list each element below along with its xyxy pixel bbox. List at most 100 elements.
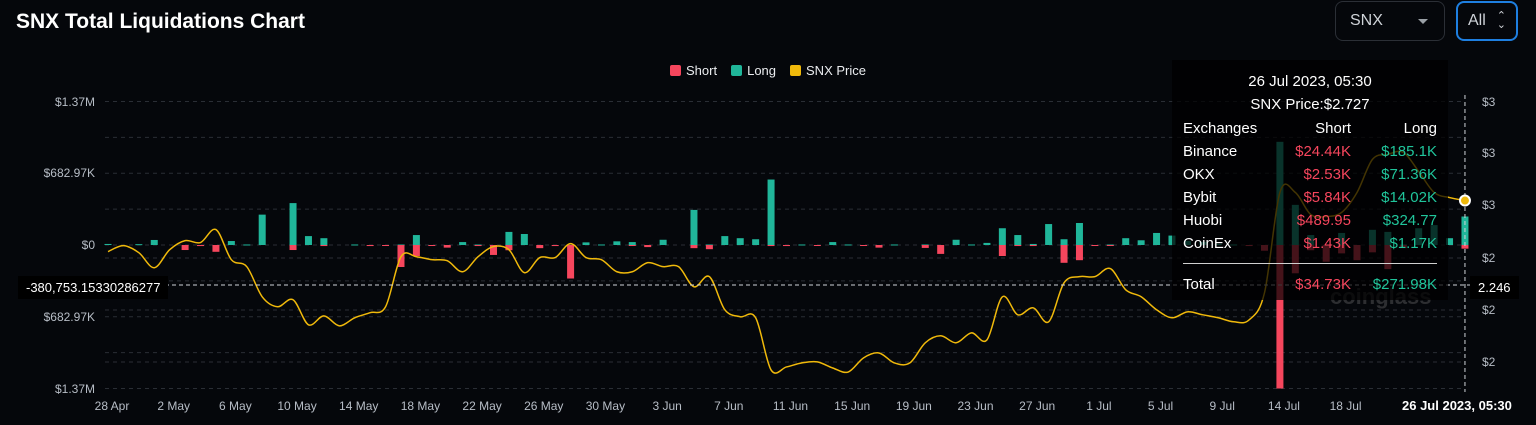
long-bar: [412, 235, 420, 245]
price-point-marker: [1458, 194, 1471, 207]
short-bar: [921, 245, 929, 248]
long-bar: [736, 238, 744, 245]
long-bar: [104, 243, 112, 245]
tooltip-short: $2.53K: [1303, 166, 1351, 183]
tooltip-long: $14.02K: [1381, 189, 1437, 206]
tooltip-total-row: Total $34.73K $271.98K: [1183, 276, 1437, 296]
long-bar: [505, 231, 513, 245]
long-bar: [767, 179, 775, 245]
long-bar: [1122, 238, 1130, 245]
x-tick-label: 3 Jun: [652, 399, 681, 413]
short-bar: [937, 245, 945, 254]
total-long: $271.98K: [1372, 276, 1437, 293]
long-bar: [227, 241, 235, 245]
long-bar: [135, 244, 143, 246]
short-bar: [1014, 245, 1022, 247]
tooltip-short: $489.95: [1296, 212, 1351, 229]
long-bar: [952, 239, 960, 245]
long-bar: [1137, 240, 1145, 245]
short-bar: [567, 245, 575, 279]
tooltip-long: $1.17K: [1389, 235, 1437, 252]
crosshair-right-value: 2.246: [1470, 276, 1519, 299]
long-bar: [597, 244, 605, 246]
long-bar: [1060, 239, 1068, 245]
tooltip-exchange: Binance: [1183, 143, 1238, 160]
short-bar: [1091, 245, 1099, 246]
long-bar: [582, 242, 590, 245]
tooltip-exchange: OKX: [1183, 166, 1215, 183]
short-bar: [181, 245, 189, 251]
short-bar: [705, 245, 713, 250]
short-bar: [412, 245, 420, 256]
long-bar: [1014, 235, 1022, 245]
long-bar: [690, 209, 698, 245]
right-tick-label: $2: [1482, 303, 1496, 317]
long-bar: [459, 242, 467, 245]
crosshair-x-label: 26 Jul 2023, 05:30: [1398, 396, 1516, 415]
short-bar: [628, 245, 636, 246]
short-bar: [212, 245, 220, 252]
x-tick-label: 7 Jun: [714, 399, 743, 413]
right-tick-label: $3: [1482, 95, 1496, 109]
short-bar: [320, 245, 328, 247]
x-tick-label: 27 Jun: [1019, 399, 1055, 413]
long-bar: [721, 236, 729, 245]
long-bar: [752, 239, 760, 245]
long-bar: [243, 244, 251, 246]
x-tick-label: 30 May: [586, 399, 625, 413]
tooltip-date: 26 Jul 2023, 05:30: [1248, 73, 1372, 90]
short-bar: [998, 245, 1006, 256]
header-long: Long: [1403, 120, 1437, 137]
short-bar: [1029, 245, 1037, 247]
tooltip-long: $324.77: [1382, 212, 1437, 229]
tooltip-row-huobi: Huobi $489.95 $324.77: [1183, 212, 1437, 232]
short-bar: [644, 245, 652, 248]
x-tick-label: 14 May: [339, 399, 378, 413]
x-tick-label: 28 Apr: [95, 399, 130, 413]
x-tick-label: 9 Jul: [1210, 399, 1235, 413]
tooltip-short: $1.43K: [1303, 235, 1351, 252]
x-tick-label: 14 Jul: [1268, 399, 1300, 413]
tooltip-row-binance: Binance $24.44K $185.1K: [1183, 143, 1437, 163]
short-bar: [875, 245, 883, 248]
long-bar: [320, 238, 328, 245]
long-bar: [1075, 223, 1083, 245]
short-bar: [1075, 245, 1083, 261]
short-bar: [382, 245, 390, 246]
tooltip-price: SNX Price:$2.727: [1250, 96, 1370, 113]
long-bar: [1153, 232, 1161, 245]
right-tick-label: $2: [1482, 355, 1496, 369]
left-tick-label: $0: [82, 238, 96, 252]
short-bar: [551, 245, 559, 247]
x-tick-label: 2 May: [157, 399, 190, 413]
tooltip-short: $5.84K: [1303, 189, 1351, 206]
x-tick-label: 26 May: [524, 399, 563, 413]
short-bar: [443, 245, 451, 248]
short-bar: [366, 245, 374, 247]
x-tick-label: 18 Jul: [1330, 399, 1362, 413]
x-tick-label: 22 May: [462, 399, 501, 413]
long-bar: [1029, 243, 1037, 245]
tooltip-row-coinex: CoinEx $1.43K $1.17K: [1183, 235, 1437, 255]
short-bar: [767, 245, 775, 247]
x-tick-label: 5 Jul: [1148, 399, 1173, 413]
short-bar: [289, 245, 297, 251]
tooltip-divider: [1183, 263, 1437, 264]
total-label: Total: [1183, 276, 1215, 293]
header-short: Short: [1315, 120, 1351, 137]
right-tick-label: $3: [1482, 146, 1496, 160]
long-bar: [798, 244, 806, 246]
short-bar: [690, 245, 698, 249]
tooltip-exchange: CoinEx: [1183, 235, 1232, 252]
header-exchanges: Exchanges: [1183, 120, 1258, 137]
long-bar: [890, 244, 898, 246]
tooltip-exchange: Huobi: [1183, 212, 1223, 229]
short-bar: [428, 245, 436, 246]
short-bar: [536, 245, 544, 249]
right-tick-label: $3: [1482, 198, 1496, 212]
x-tick-label: 19 Jun: [896, 399, 932, 413]
long-bar: [351, 244, 359, 246]
short-bar: [1106, 245, 1114, 246]
crosshair-left-value: -380,753.15330286277: [18, 276, 169, 299]
long-bar: [659, 239, 667, 245]
